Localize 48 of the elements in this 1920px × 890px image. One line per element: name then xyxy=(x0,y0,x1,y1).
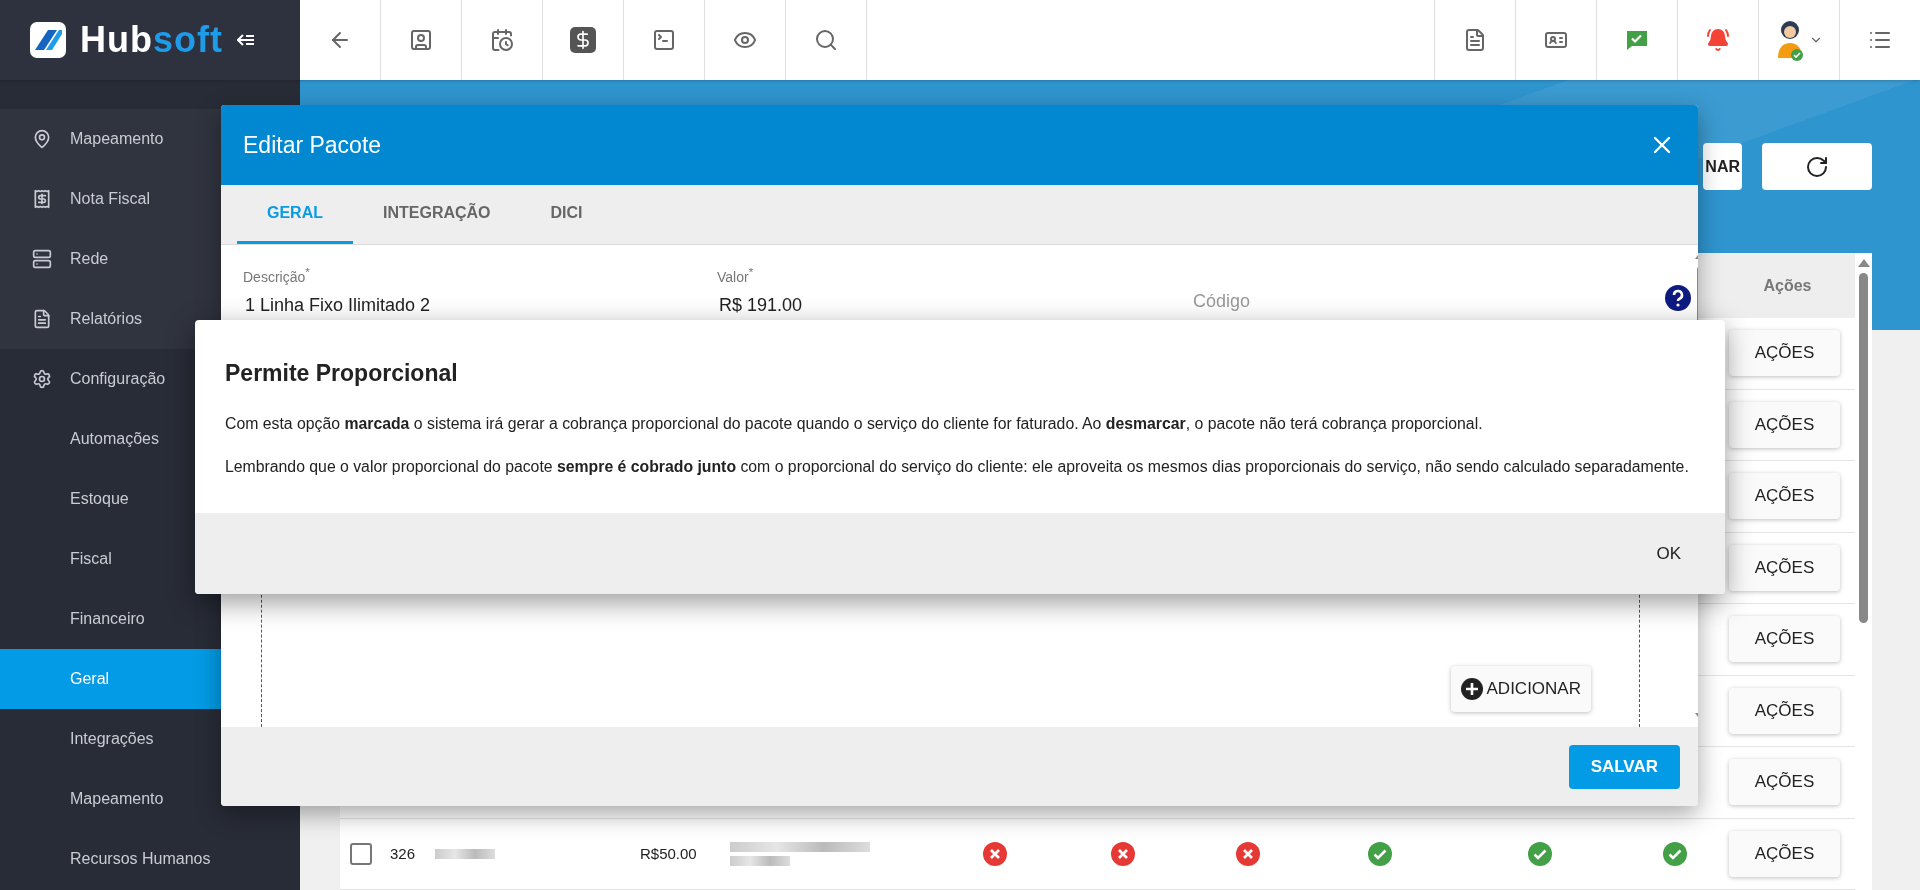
terminal-icon xyxy=(652,28,676,52)
contact-icon xyxy=(409,28,433,52)
map-pin-icon xyxy=(32,129,52,149)
receipt-icon xyxy=(32,189,52,209)
logo-icon xyxy=(30,22,66,58)
check-icon xyxy=(1368,841,1392,866)
logo-text: Hub xyxy=(80,19,153,61)
refresh-button[interactable] xyxy=(1762,143,1872,190)
server-icon xyxy=(32,249,52,269)
blurred-text xyxy=(435,848,495,859)
actions-button[interactable]: AÇÕES xyxy=(1729,616,1840,663)
row-checkbox[interactable] xyxy=(350,842,372,865)
check-icon xyxy=(1528,841,1552,866)
column-header: Ações xyxy=(1762,276,1813,295)
chat-check-icon xyxy=(1625,28,1649,52)
document-icon xyxy=(1463,28,1487,52)
cross-icon xyxy=(1235,841,1260,866)
check-icon xyxy=(1663,841,1687,866)
actions-button[interactable]: AÇÕES xyxy=(1729,687,1840,734)
plus-icon xyxy=(1460,678,1483,700)
tab[interactable]: DICI xyxy=(520,185,613,244)
ok-button[interactable]: OK xyxy=(1642,533,1695,574)
cross-icon xyxy=(983,841,1007,866)
settings-icon xyxy=(32,369,52,389)
toolbar-button[interactable]: NAR xyxy=(1703,143,1742,190)
cross-icon xyxy=(1110,841,1135,866)
logo-text: soft xyxy=(153,19,223,61)
bell-icon xyxy=(1706,28,1730,52)
table-cell-text: R$50.00 xyxy=(640,845,698,863)
field-label: Valor$^{*}$ xyxy=(717,265,755,285)
actions-button[interactable]: AÇÕES xyxy=(1729,330,1840,377)
help-icon xyxy=(1665,285,1691,311)
calendar-clock-icon xyxy=(490,28,514,52)
collapse-menu-icon[interactable] xyxy=(237,33,255,47)
refresh-icon xyxy=(1805,154,1829,179)
input-field[interactable]: Código xyxy=(1191,291,1631,312)
tab[interactable]: INTEGRAÇÃO xyxy=(353,185,521,244)
actions-button[interactable]: AÇÕES xyxy=(1729,401,1840,448)
document-icon xyxy=(32,309,52,329)
actions-button[interactable]: AÇÕES xyxy=(1729,759,1840,806)
table-cell-text: 326 xyxy=(390,845,417,863)
input-field[interactable]: R$ 191.00 xyxy=(717,294,1157,316)
actions-button[interactable]: AÇÕES xyxy=(1729,544,1840,591)
search-icon xyxy=(814,28,838,52)
add-button[interactable]: ADICIONAR xyxy=(1450,666,1591,712)
actions-button[interactable]: AÇÕES xyxy=(1729,473,1840,520)
actions-button[interactable]: AÇÕES xyxy=(1729,830,1840,877)
dollar-icon xyxy=(570,27,596,53)
